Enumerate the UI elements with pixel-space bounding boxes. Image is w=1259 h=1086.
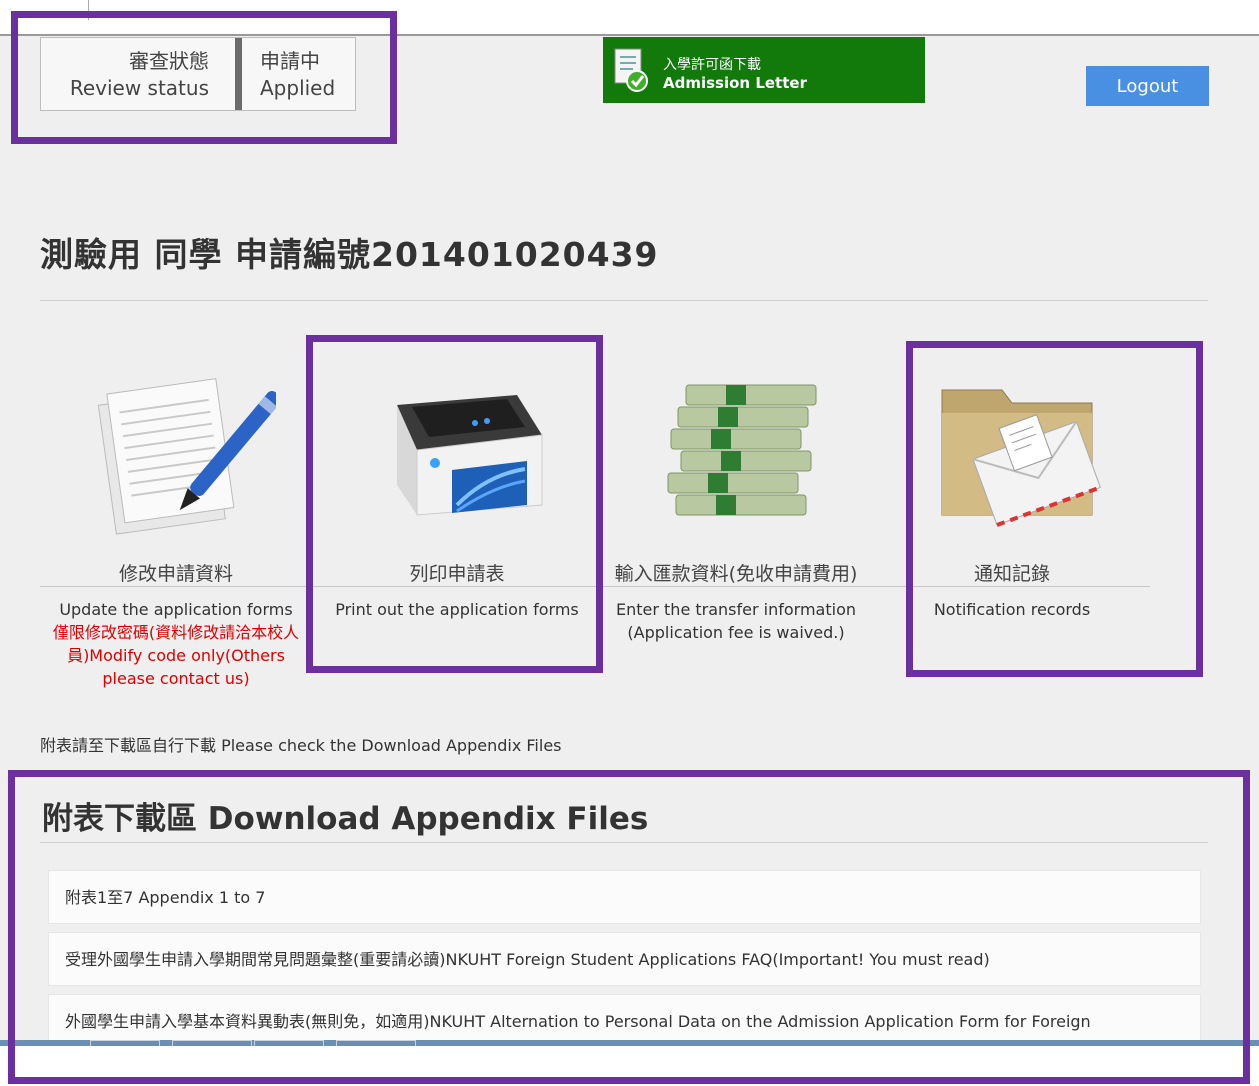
download-divider xyxy=(40,842,1208,843)
money-stack-icon xyxy=(667,384,817,516)
review-status-label-zh: 審查狀態 xyxy=(129,49,209,73)
folder-mail-icon xyxy=(941,389,1102,527)
review-status-value-en: Applied xyxy=(260,76,336,100)
review-status-value: 申請中 Applied xyxy=(242,38,355,110)
browser-top-strip xyxy=(0,0,1259,36)
print-application-card[interactable]: 列印申請表 Print out the application forms xyxy=(321,365,593,621)
update-application-card[interactable]: 修改申請資料 Update the application forms 僅限修改… xyxy=(40,365,312,690)
appendix-note: 附表請至下載區自行下載 Please check the Download Ap… xyxy=(40,736,562,755)
download-heading: 附表下載區 Download Appendix Files xyxy=(42,801,649,837)
print-application-title: 列印申請表 xyxy=(409,563,505,585)
print-application-desc: Print out the application forms xyxy=(335,600,579,619)
status-separator xyxy=(235,38,242,110)
top-tab xyxy=(88,0,199,20)
update-application-note: 僅限修改密碼(資料修改請洽本校人員)Modify code only(Other… xyxy=(52,623,300,688)
transfer-info-desc: Enter the transfer information (Applicat… xyxy=(616,600,856,642)
download-item-faq[interactable]: 受理外國學生申請入學期間常見問題彙整(重要請必讀)NKUHT Foreign S… xyxy=(48,932,1201,986)
admission-letter-zh: 入學許可函下載 xyxy=(663,57,761,73)
transfer-info-card[interactable]: 輸入匯款資料(免收申請費用) Enter the transfer inform… xyxy=(600,365,872,644)
notification-records-desc: Notification records xyxy=(933,600,1091,619)
update-application-title: 修改申請資料 xyxy=(118,563,233,585)
review-status-box: 審查狀態 Review status 申請中 Applied xyxy=(40,37,356,111)
admission-letter-button[interactable]: 入學許可函下載 Admission Letter xyxy=(603,37,925,103)
logout-button[interactable]: Logout xyxy=(1086,66,1209,106)
page-title: 測驗用 同學 申請編號201401020439 xyxy=(40,235,659,274)
notification-records-card[interactable]: 通知記錄 Notification records xyxy=(876,365,1148,621)
document-check-icon xyxy=(614,48,648,92)
update-application-desc: Update the application forms xyxy=(59,600,293,619)
divider xyxy=(40,300,1208,301)
printer-icon xyxy=(397,395,543,516)
document-pen-icon xyxy=(97,378,282,535)
cards-divider xyxy=(40,586,1150,587)
bottom-area xyxy=(0,1046,1259,1086)
review-status-label-en: Review status xyxy=(69,76,209,100)
admission-letter-en: Admission Letter xyxy=(663,74,807,92)
review-status-value-zh: 申請中 xyxy=(260,49,320,73)
transfer-info-title: 輸入匯款資料(免收申請費用) xyxy=(614,563,858,585)
notification-records-title: 通知記錄 xyxy=(973,563,1050,585)
download-item-appendix[interactable]: 附表1至7 Appendix 1 to 7 xyxy=(48,870,1201,924)
review-status-label: 審查狀態 Review status xyxy=(41,38,235,110)
